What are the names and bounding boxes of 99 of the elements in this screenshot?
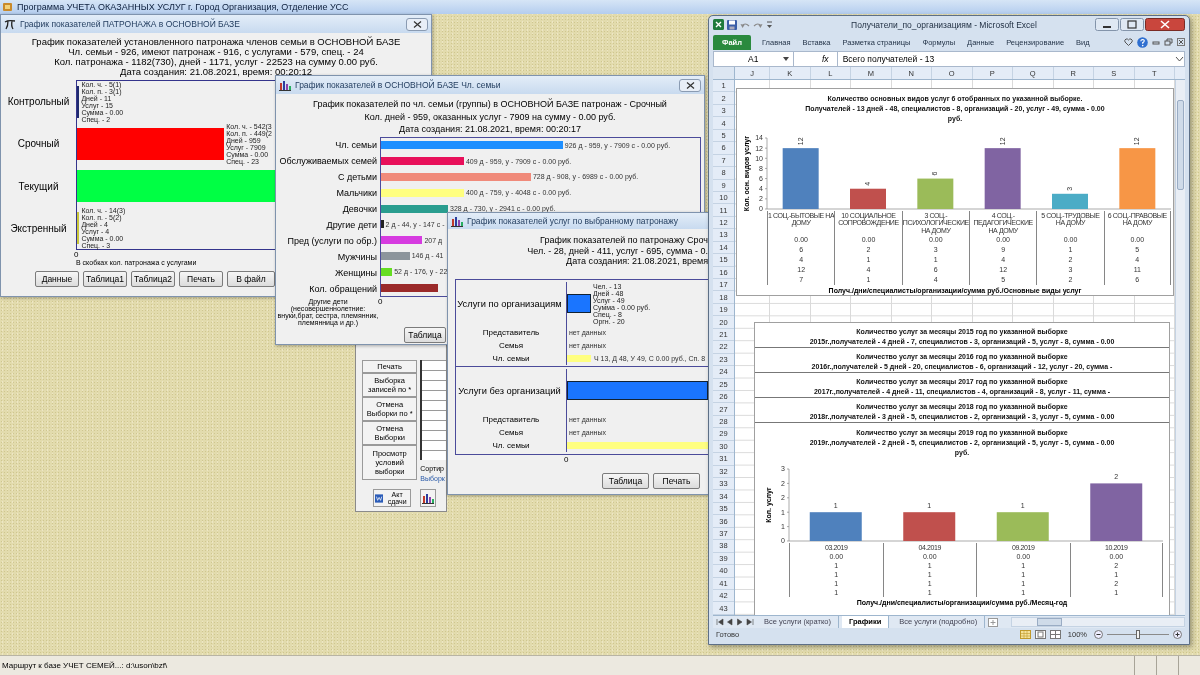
category-label: Мальчики: [335, 186, 378, 200]
navigation-arrow-icon[interactable]: [716, 618, 724, 626]
chart-button[interactable]: [420, 489, 437, 507]
category-label: Представитель: [481, 413, 541, 426]
zoom-out-icon[interactable]: [1094, 630, 1103, 639]
status-text: Маршрут к базе УЧЕТ СЕМЕЙ...: d:\uson\bzf\: [2, 661, 168, 670]
heading-line: График показателей по чл. семьи (группы) в ОСНОВНОЙ БАЗЕ патронаж - Срочный: [312, 98, 668, 111]
dialog-button[interactable]: Печать: [179, 271, 223, 287]
bar-chart-icon: [422, 492, 435, 504]
category-label: Текущий: [17, 179, 60, 194]
zoom-in-icon[interactable]: [1173, 630, 1182, 639]
heading-line: Кол. дней - 959, оказанных услуг - 7909 на сумму - 0.00 руб.: [363, 110, 617, 123]
minimize-icon[interactable]: [1152, 38, 1160, 46]
close-button[interactable]: [679, 78, 701, 92]
minimize-button[interactable]: [1095, 18, 1119, 31]
document-icon: [375, 492, 384, 504]
bar: [996, 512, 1049, 541]
bar: [1119, 148, 1156, 209]
heading-line: Чл. семьи - 926, имеют патронаж - 916, с услугами - 579, спец. - 24: [67, 47, 365, 57]
category-label: Мужчины: [336, 250, 378, 264]
close-icon: [412, 20, 422, 28]
heading-line: График показателей установленного патронажа членов семьи в ОСНОВНОЙ БАЗЕ: [30, 37, 402, 47]
expand-icon[interactable]: [1175, 56, 1184, 62]
function-label[interactable]: fx: [794, 52, 838, 66]
view-icon[interactable]: [1034, 630, 1046, 639]
bar-chart-icon: [279, 79, 291, 91]
category-label: Обслуживаемых семей: [278, 154, 378, 168]
category-label: Услуги без организаций: [457, 384, 562, 398]
window-title: График показателей в ОСНОВНОЙ БАЗЕ Чл. семьи: [295, 80, 502, 90]
bar: [1090, 483, 1143, 541]
axis-label: 0: [564, 454, 569, 465]
slider-thumb[interactable]: [1136, 630, 1140, 639]
category-label: Экстренный: [9, 222, 68, 237]
heading-line: Дата создания: 21.08.2021, время: [565, 256, 708, 267]
category-label: Семья: [497, 339, 525, 352]
horizontal-scrollbar[interactable]: [1011, 617, 1185, 627]
axis-label: 0: [378, 296, 383, 306]
category-label: Срочный: [16, 137, 61, 152]
close-icon[interactable]: [1177, 38, 1185, 46]
formula-field[interactable]: Всего получателей - 13: [837, 54, 1175, 64]
close-button[interactable]: [406, 17, 428, 31]
window-title: График показателей услуг по выбранному патронажу: [467, 216, 680, 226]
bar: [1052, 193, 1088, 209]
dialog-button[interactable]: Таблица: [602, 472, 649, 489]
redo-icon[interactable]: [753, 20, 763, 29]
category-label: Представитель: [481, 326, 541, 339]
heading-line: Дата создания: 21.08.2021, время: 00:20:12: [119, 67, 312, 77]
window-title: График показателей ПАТРОНАЖА в ОСНОВНОЙ БАЗЕ: [20, 19, 241, 29]
category-label: Женщины: [333, 266, 378, 280]
close-icon: [685, 81, 695, 89]
name-box[interactable]: A1: [714, 52, 794, 66]
save-icon[interactable]: [727, 19, 737, 30]
dialog-button[interactable]: Таблица1: [83, 271, 127, 287]
category-label: Другие дети: [325, 218, 378, 232]
caret-icon: [783, 57, 789, 61]
vertical-scrollbar[interactable]: [1175, 80, 1185, 615]
bar: [782, 148, 819, 209]
help-icon[interactable]: [1137, 36, 1148, 48]
dialog-button[interactable]: Таблица2: [131, 271, 175, 287]
bar: [903, 512, 956, 541]
bar: [809, 512, 862, 541]
category-label: Чл. семьи: [334, 138, 378, 152]
heading-line: Дата создания: 21.08.2021, время: 00:20:17: [398, 123, 582, 136]
view-icon[interactable]: [1049, 630, 1061, 639]
axis-label: 0: [74, 250, 79, 259]
insert-sheet-icon[interactable]: [988, 617, 999, 627]
dialog-button[interactable]: Печать: [653, 472, 700, 489]
heading-line: Кол. патронажа - 1182(730), дней - 1171, услуг - 22523 на сумму 0.00 руб.: [53, 57, 379, 67]
scroll-thumb[interactable]: [1177, 100, 1184, 190]
heading-line: Чел. - 28, дней - 411, услуг - 695, сумма - 0.: [526, 245, 708, 256]
customize-icon[interactable]: [766, 20, 773, 29]
app-icon: [3, 2, 13, 12]
bar-chart-icon: [451, 215, 463, 227]
category-label: Пред (услуги по обр.): [286, 234, 378, 248]
category-label: Чл. семьи: [491, 352, 531, 365]
dialog-button[interactable]: В файл: [227, 271, 275, 287]
restore-icon[interactable]: [1164, 38, 1173, 46]
category-label: Услуги по организациям: [456, 297, 563, 311]
category-label: С детьми: [337, 170, 378, 184]
dialog-button[interactable]: Таблица: [404, 326, 446, 343]
spreadsheet-icon[interactable]: [713, 19, 724, 30]
navigation-arrow-icon[interactable]: [746, 618, 754, 626]
bar: [917, 178, 954, 209]
symbol-icon: [4, 18, 16, 30]
window-title: Программа УЧЕТА ОКАЗАННЫХ УСЛУГ г. Город Организация, Отделение УСС: [17, 2, 349, 12]
scroll-thumb[interactable]: [1037, 618, 1063, 626]
category-label: Девочки: [341, 202, 378, 216]
undo-icon[interactable]: [740, 20, 750, 29]
bar: [984, 148, 1021, 209]
window-title: Получатели_по_организациям - Microsoft Excel: [850, 19, 1038, 30]
heading-line: График показателей по патронажу Сроч: [539, 235, 708, 246]
dialog-button[interactable]: Данные: [35, 271, 79, 287]
category-label: Чл. семьи: [491, 439, 531, 452]
bar: [850, 188, 886, 209]
heart-icon[interactable]: [1124, 38, 1133, 46]
close-button[interactable]: [1145, 18, 1185, 31]
category-label: Семья: [497, 426, 525, 439]
category-label: Контрольный: [6, 94, 71, 109]
category-label: Кол. обращений: [308, 282, 378, 296]
